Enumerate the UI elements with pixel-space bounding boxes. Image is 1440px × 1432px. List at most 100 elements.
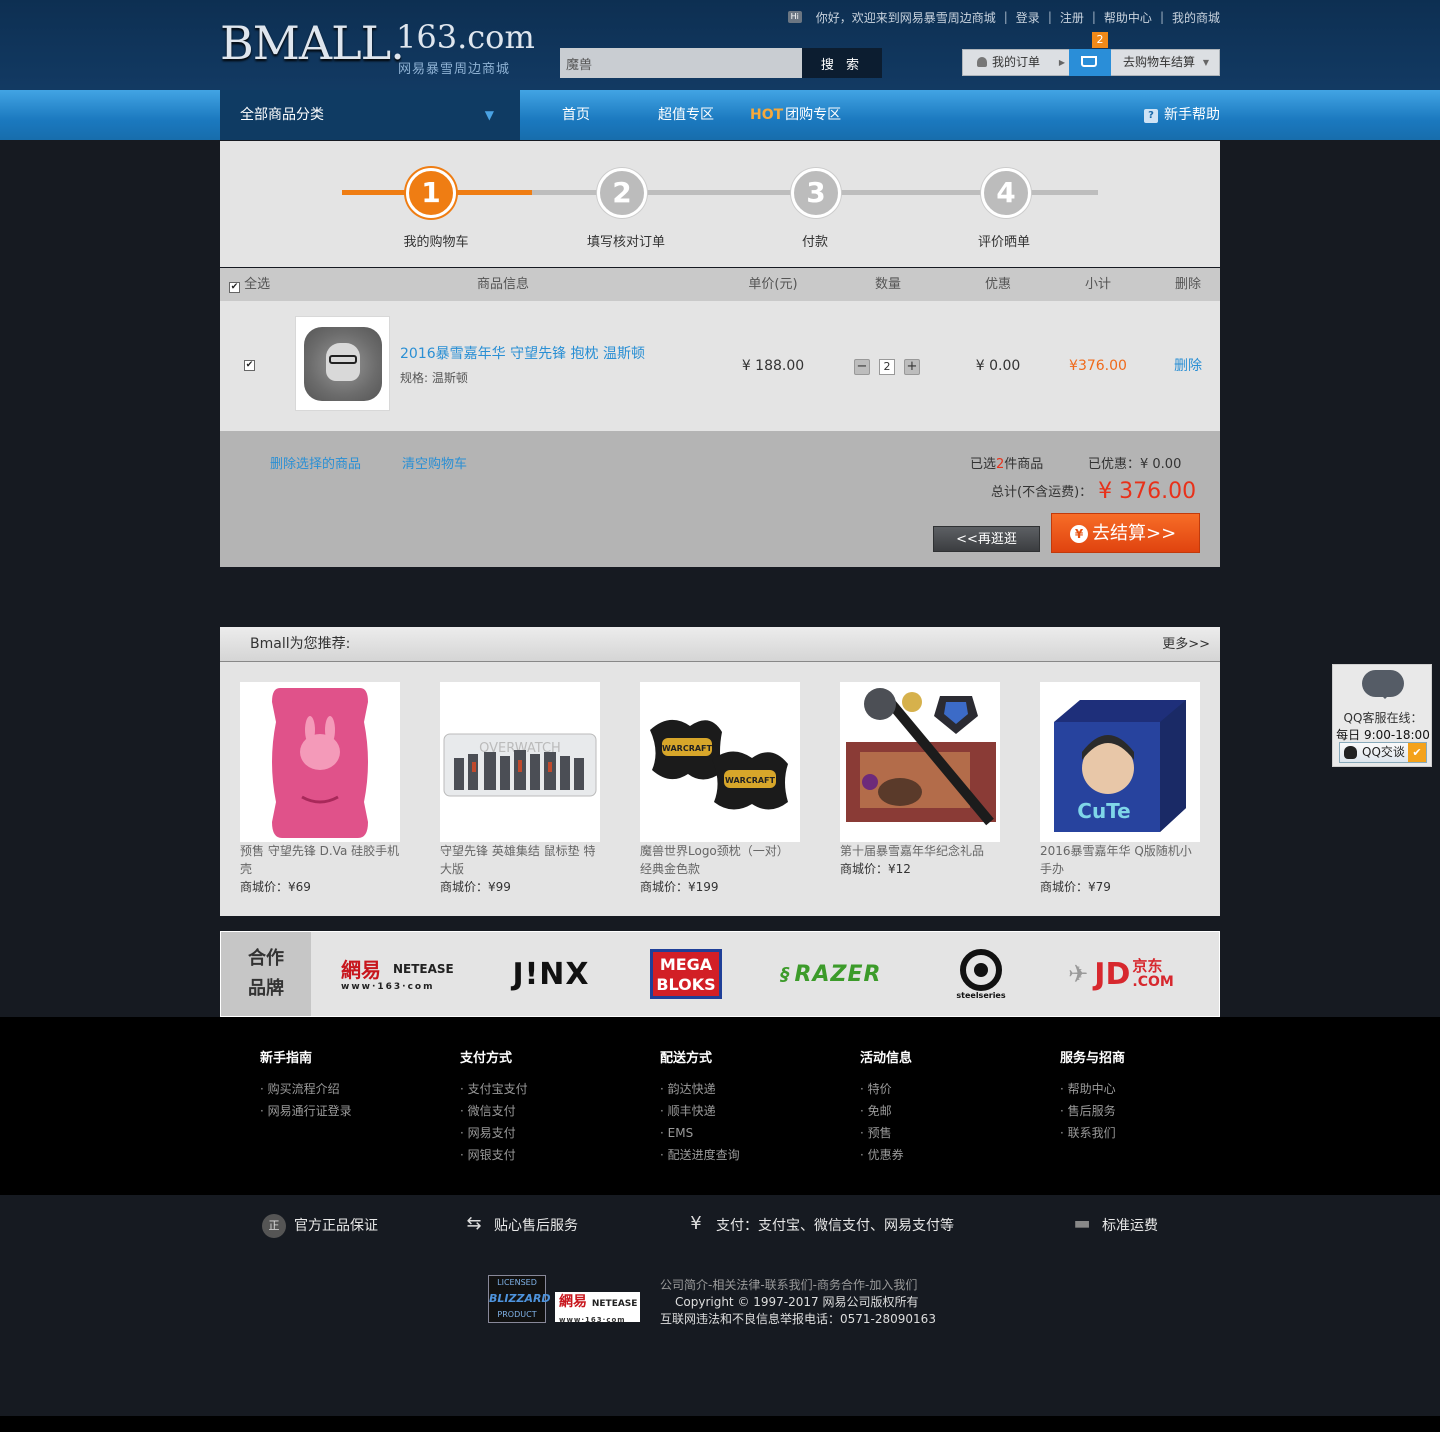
cart-item-row: ✔ 2016暴雪嘉年华 守望先锋 抱枕 温斯顿 规格: 温斯顿 ¥ 188.00… bbox=[220, 301, 1220, 431]
recommend-item-name[interactable]: 2016暴雪嘉年华 Q版随机小手办 bbox=[1040, 842, 1200, 878]
select-all-checkbox[interactable]: ✔ bbox=[229, 282, 240, 293]
razer-text: RAZER bbox=[794, 961, 882, 987]
footer-link[interactable]: · 优惠券 bbox=[860, 1144, 1040, 1166]
nav-group-buy[interactable]: HOT 团购专区 bbox=[750, 90, 841, 140]
recommend-item-name[interactable]: 魔兽世界Logo颈枕（一对） 经典金色款 bbox=[640, 842, 800, 878]
phone-case-image[interactable] bbox=[240, 682, 400, 842]
warcraft-text: WARCRAFT bbox=[725, 776, 776, 785]
product-title-link[interactable]: 2016暴雪嘉年华 守望先锋 抱枕 温斯顿 bbox=[400, 343, 645, 363]
qq-chat-button[interactable]: QQ交谈 ✔ bbox=[1339, 742, 1427, 763]
partner-brands: 合作 品牌 網易 NETEASE www·163·com J!NX MEGA BLO… bbox=[220, 931, 1220, 1017]
guarantee-text: 支付：支付宝、微信支付、网易支付等 bbox=[716, 1218, 954, 1234]
col-discount: 优惠 bbox=[984, 277, 1011, 292]
jd-logo[interactable]: ✈ JD 京东 .COM bbox=[1046, 932, 1196, 1016]
main-nav: 全部商品分类 ▼ 首页 超值专区 HOT 团购专区 ? 新手帮助 bbox=[0, 90, 1440, 140]
gift-set-image[interactable] bbox=[840, 682, 1000, 842]
cart-button[interactable] bbox=[1069, 49, 1111, 76]
check-icon: ✔ bbox=[1408, 743, 1426, 762]
clear-cart-link[interactable]: 清空购物车 bbox=[402, 453, 467, 472]
jinx-logo[interactable]: J!NX bbox=[491, 932, 611, 1016]
item-subtotal: ¥376.00 bbox=[1069, 358, 1127, 374]
footer-link[interactable]: · 购买流程介绍 bbox=[260, 1078, 440, 1100]
guarantee-aftersales: ⇆ 贴心售后服务 bbox=[462, 1211, 578, 1241]
footer-link[interactable]: · 微信支付 bbox=[460, 1100, 640, 1122]
all-categories-menu[interactable]: 全部商品分类 ▼ bbox=[220, 90, 520, 140]
my-mall-link[interactable]: 我的商城 bbox=[1172, 9, 1220, 26]
checkout-button[interactable]: ¥ 去结算>> bbox=[1051, 513, 1200, 553]
selected-prefix: 已选 bbox=[970, 457, 997, 472]
select-all[interactable]: ✔ 全选 bbox=[229, 268, 270, 301]
guarantee-authentic: 正官方正品保证 bbox=[262, 1211, 378, 1241]
footer-link[interactable]: · 联系我们 bbox=[1060, 1122, 1240, 1144]
footer-link[interactable]: · 配送进度查询 bbox=[660, 1144, 840, 1166]
footer-link[interactable]: · 顺丰快递 bbox=[660, 1100, 840, 1122]
more-link[interactable]: 更多>> bbox=[1162, 627, 1210, 662]
price-value: ¥69 bbox=[288, 880, 311, 894]
item-price: ¥ 188.00 bbox=[741, 358, 805, 374]
continue-shopping-button[interactable]: <<再逛逛 bbox=[933, 526, 1040, 552]
footer-col-title: 配送方式 bbox=[660, 1051, 713, 1066]
hot-tag: HOT bbox=[750, 107, 784, 123]
neck-pillow-image[interactable]: WARCRAFT WARCRAFT bbox=[640, 682, 800, 842]
mega-bloks-logo[interactable]: MEGA BLOKS bbox=[641, 932, 731, 1016]
delete-selected-link[interactable]: 删除选择的商品 bbox=[270, 453, 361, 472]
caret-down-icon: ▼ bbox=[484, 108, 494, 122]
footer-link[interactable]: · 特价 bbox=[860, 1078, 1040, 1100]
qq-hours-text: 每日 9:00-18:00 bbox=[1336, 728, 1430, 742]
search-input[interactable] bbox=[560, 48, 802, 78]
price-value: ¥99 bbox=[488, 880, 511, 894]
footer-link[interactable]: · 韵达快递 bbox=[660, 1078, 840, 1100]
nav-home[interactable]: 首页 bbox=[562, 90, 590, 140]
checkout-dropdown[interactable]: 去购物车结算 ▼ bbox=[1113, 50, 1219, 75]
cart-count-badge: 2 bbox=[1092, 32, 1108, 48]
company-links[interactable]: 公司简介-相关法律-联系我们-商务合作-加入我们 bbox=[660, 1277, 936, 1294]
steelseries-icon bbox=[960, 948, 1002, 991]
checkout-steps: 1 2 3 4 我的购物车 填写核对订单 付款 评价晒单 bbox=[220, 141, 1220, 267]
yen-icon: ¥ bbox=[690, 1213, 702, 1234]
netease-footer-logo: 網易 NETEASE www·163·com bbox=[555, 1292, 640, 1324]
total-price: 总计(不含运费)： ¥ 376.00 bbox=[991, 479, 1196, 504]
site-logo[interactable]: BMALL. 163.com 网易暴雪周边商城 bbox=[220, 16, 535, 82]
qty-decrease-button[interactable]: − bbox=[854, 359, 870, 375]
footer-link[interactable]: · 售后服务 bbox=[1060, 1100, 1240, 1122]
cute-text: CuTe bbox=[1077, 799, 1130, 823]
nav-deals[interactable]: 超值专区 bbox=[658, 90, 714, 140]
footer-col-delivery: 配送方式 · 韵达快递 · 顺丰快递 · EMS · 配送进度查询 bbox=[660, 1047, 840, 1166]
my-orders-button[interactable]: 我的订单 ▶ bbox=[963, 50, 1069, 75]
footer-link[interactable]: · 帮助中心 bbox=[1060, 1078, 1240, 1100]
recommend-item-name[interactable]: 第十届暴雪嘉年华纪念礼品 bbox=[840, 842, 1000, 860]
nav-help[interactable]: ? 新手帮助 bbox=[1144, 90, 1220, 140]
col-delete: 删除 bbox=[1174, 277, 1201, 292]
help-center-link[interactable]: 帮助中心 bbox=[1104, 9, 1152, 26]
footer-col-title: 新手指南 bbox=[260, 1051, 313, 1066]
search-button[interactable]: 搜 索 bbox=[802, 48, 882, 78]
steelseries-logo[interactable]: steelseries bbox=[926, 932, 1036, 1016]
footer-link[interactable]: · 网银支付 bbox=[460, 1144, 640, 1166]
recommend-item-name[interactable]: 预售 守望先锋 D.Va 硅胶手机壳 bbox=[240, 842, 400, 878]
footer-col-guide: 新手指南 · 购买流程介绍 · 网易通行证登录 bbox=[260, 1047, 440, 1122]
step-3-circle: 3 bbox=[791, 168, 841, 218]
recommend-item-name[interactable]: 守望先锋 英雄集结 鼠标垫 特大版 bbox=[440, 842, 600, 878]
recommend-item-price: 商城价：¥79 bbox=[1040, 878, 1111, 895]
product-image[interactable] bbox=[295, 316, 390, 411]
login-link[interactable]: 登录 bbox=[1016, 9, 1040, 26]
figure-box-image[interactable]: CuTe bbox=[1040, 682, 1200, 842]
qty-input[interactable]: 2 bbox=[879, 359, 895, 375]
footer-link[interactable]: · EMS bbox=[660, 1122, 840, 1144]
item-delete-link[interactable]: 删除 bbox=[1160, 301, 1216, 431]
price-value: ¥12 bbox=[888, 862, 911, 876]
col-price: 单价(元) bbox=[748, 277, 798, 292]
footer-link[interactable]: · 免邮 bbox=[860, 1100, 1040, 1122]
netease-logo[interactable]: 網易 NETEASE www·163·com bbox=[331, 932, 471, 1016]
footer-link[interactable]: · 预售 bbox=[860, 1122, 1040, 1144]
footer-link[interactable]: · 网易通行证登录 bbox=[260, 1100, 440, 1122]
qty-increase-button[interactable]: + bbox=[904, 359, 920, 375]
footer-link[interactable]: · 支付宝支付 bbox=[460, 1078, 640, 1100]
mousepad-image[interactable]: OVERWATCH bbox=[440, 682, 600, 842]
checkout-label: 去结算>> bbox=[1092, 523, 1177, 544]
register-link[interactable]: 注册 bbox=[1060, 9, 1084, 26]
warcraft-text: WARCRAFT bbox=[662, 744, 713, 753]
footer-link[interactable]: · 网易支付 bbox=[460, 1122, 640, 1144]
razer-logo[interactable]: § RAZER bbox=[766, 932, 896, 1016]
item-checkbox[interactable]: ✔ bbox=[244, 360, 255, 371]
